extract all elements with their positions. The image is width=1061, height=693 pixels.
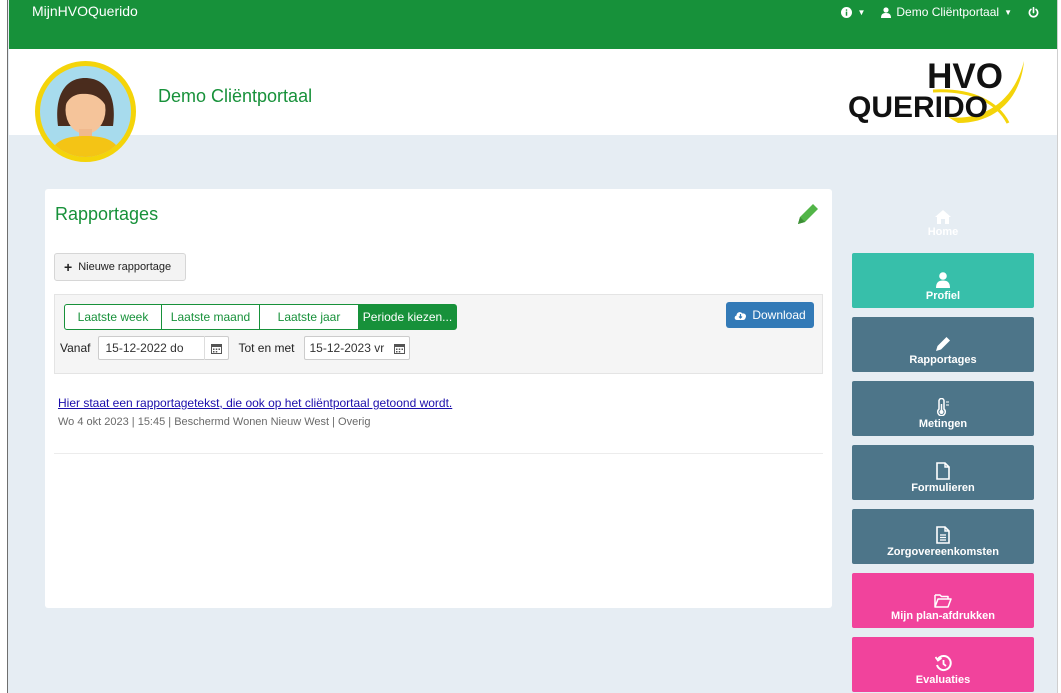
tile-metingen-label: Metingen [918, 418, 968, 430]
tile-mijn-plan-afdrukken[interactable]: Mijn plan-afdrukken [852, 573, 1034, 628]
new-report-label: Nieuwe rapportage [78, 261, 172, 273]
report-link[interactable]: Hier staat een rapportagetekst, die ook … [58, 396, 452, 410]
tile-formulieren-label: Formulieren [911, 482, 975, 494]
hvo-querido-logo: HVO QUERIDO [848, 57, 1024, 124]
tile-evaluaties[interactable]: Evaluaties [852, 637, 1034, 692]
logout-button[interactable] [1028, 3, 1039, 21]
to-label: Tot en met [238, 341, 295, 355]
period-last-week[interactable]: Laatste week [64, 304, 162, 330]
download-label: Download [752, 308, 806, 322]
new-report-button[interactable]: + Nieuwe rapportage [54, 253, 186, 281]
user-icon [936, 272, 950, 288]
calendar-icon[interactable] [204, 336, 228, 360]
brand-link[interactable]: MijnHVOQuerido [32, 3, 138, 19]
tile-formulieren[interactable]: Formulieren [852, 445, 1034, 500]
from-date-input[interactable]: 15-12-2022 do [98, 336, 230, 360]
to-date-input[interactable]: 15-12-2023 vr [303, 336, 410, 360]
page-title: Rapportages [55, 204, 159, 224]
power-icon [1028, 6, 1039, 17]
tile-profiel-label: Profiel [925, 290, 961, 302]
period-last-year[interactable]: Laatste jaar [259, 304, 359, 330]
to-date-value: 15-12-2023 vr [309, 341, 385, 355]
user-menu-label: Demo Cliëntportaal [896, 5, 1000, 19]
window-frame-right [1057, 0, 1061, 693]
tile-profiel[interactable]: Profiel [852, 253, 1034, 308]
pencil-icon [936, 337, 950, 351]
tile-evaluaties-label: Evaluaties [915, 674, 971, 686]
plus-icon: + [64, 259, 73, 275]
tile-rapportages-label: Rapportages [909, 354, 977, 366]
file-text-icon [936, 526, 950, 544]
tile-rapportages[interactable]: Rapportages [852, 317, 1034, 372]
history-icon [934, 655, 952, 672]
avatar-illustration [50, 78, 121, 157]
tile-metingen[interactable]: Metingen [852, 381, 1034, 436]
user-icon [881, 6, 892, 18]
info-icon [841, 6, 853, 18]
cloud-download-icon [734, 312, 747, 320]
file-icon [936, 462, 950, 480]
date-range-row: Vanaf 15-12-2022 do Tot en met 15-12-202… [60, 336, 410, 360]
thermometer-icon [936, 398, 949, 416]
from-date-value: 15-12-2022 do [105, 341, 184, 355]
info-menu[interactable]: ▼ [841, 3, 865, 21]
home-icon [935, 210, 951, 224]
rapportages-card: Rapportages + Nieuwe rapportage Laatste … [45, 189, 832, 608]
report-divider [54, 453, 823, 454]
period-custom[interactable]: Periode kiezen... [358, 304, 457, 330]
folder-open-icon [934, 594, 952, 608]
user-menu[interactable]: Demo Cliëntportaal ▼ [881, 3, 1012, 21]
period-last-month[interactable]: Laatste maand [161, 304, 260, 330]
navbar-right: ▼ Demo Cliëntportaal ▼ [825, 3, 1057, 27]
calendar-icon[interactable] [391, 336, 409, 360]
window-frame-left [0, 0, 8, 693]
page-header: Demo Cliëntportaal HVO QUERIDO [9, 49, 1057, 162]
tile-zorgovereenkomsten[interactable]: Zorgovereenkomsten [852, 509, 1034, 564]
tile-home[interactable]: Home [852, 189, 1034, 244]
chevron-down-icon: ▼ [857, 7, 866, 17]
tile-mijn-plan-label: Mijn plan-afdrukken [891, 610, 995, 622]
tile-zorgovereenkomsten-label: Zorgovereenkomsten [887, 546, 999, 558]
avatar [35, 61, 136, 162]
tile-home-label: Home [927, 226, 959, 238]
download-button[interactable]: Download [726, 302, 814, 328]
filter-panel: Laatste week Laatste maand Laatste jaar … [54, 294, 823, 374]
pencil-icon[interactable] [796, 202, 820, 226]
period-selector: Laatste week Laatste maand Laatste jaar … [64, 304, 457, 330]
top-navbar: MijnHVOQuerido ▼ Demo Cliëntportaal ▼ [9, 0, 1057, 49]
chevron-down-icon: ▼ [1004, 7, 1012, 17]
client-name: Demo Cliëntportaal [158, 86, 313, 106]
logo-line-2: QUERIDO [848, 91, 988, 124]
from-label: Vanaf [60, 341, 91, 355]
report-meta: Wo 4 okt 2023 | 15:45 | Beschermd Wonen … [58, 416, 371, 428]
